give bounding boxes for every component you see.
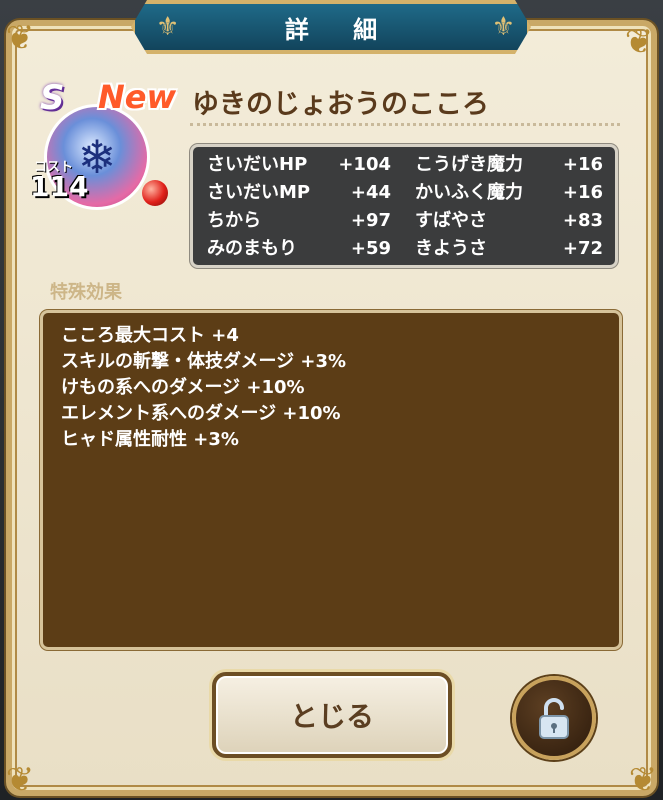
rank-badge: S	[40, 78, 65, 118]
lock-toggle-button[interactable]	[512, 676, 596, 760]
stat-label: こうげき魔力	[415, 154, 523, 175]
divider	[190, 123, 620, 126]
corner-ornament-icon: ❦	[628, 760, 658, 800]
corner-ornament-icon: ❦	[5, 760, 35, 800]
unlocked-padlock-icon	[539, 698, 569, 739]
effects-panel[interactable]: こころ最大コスト +4 スキルの斬撃・体技ダメージ +3% けもの系へのダメージ…	[40, 310, 622, 650]
stat-label: かいふく魔力	[415, 182, 523, 203]
dialog-title-plate: 詳 細	[131, 0, 531, 54]
stat-label: さいだいMP	[207, 182, 311, 203]
stat-value: +104	[338, 154, 391, 175]
stat-label: きようさ	[415, 238, 487, 259]
effect-line: ヒャド属性耐性 +3%	[61, 429, 239, 450]
stat-value: +44	[350, 182, 391, 203]
stat-value: +97	[350, 210, 391, 231]
stat-value: +16	[562, 182, 603, 203]
stat-value: +59	[350, 238, 391, 259]
item-icon: ❄ S New コスト 114	[30, 78, 176, 210]
fleur-de-lis-icon: ⚜	[491, 12, 515, 42]
effect-line: エレメント系へのダメージ +10%	[61, 403, 341, 424]
stat-value: +72	[562, 238, 603, 259]
stat-label: すばやさ	[415, 210, 487, 231]
cost-value: 114	[30, 170, 89, 203]
corner-ornament-icon: ❦	[5, 18, 35, 58]
corner-ornament-icon: ❦	[624, 22, 654, 62]
stat-label: さいだいHP	[207, 154, 308, 175]
stats-panel: さいだいHP +104 こうげき魔力 +16 さいだいMP +44 かいふく魔力…	[190, 144, 618, 268]
effect-line: こころ最大コスト +4	[61, 325, 239, 346]
close-button[interactable]: とじる	[212, 672, 452, 758]
close-button-label: とじる	[289, 700, 374, 733]
stat-label: ちから	[207, 210, 261, 231]
dialog-title: 詳 細	[284, 15, 396, 44]
item-name: ゆきのじょおうのこころ	[192, 89, 489, 120]
fleur-de-lis-icon: ⚜	[156, 12, 180, 42]
effects-heading: 特殊効果	[50, 282, 122, 303]
effect-line: スキルの斬撃・体技ダメージ +3%	[61, 351, 347, 372]
stat-label: みのまもり	[207, 238, 297, 259]
stat-value: +83	[562, 210, 603, 231]
effect-line: けもの系へのダメージ +10%	[61, 377, 305, 398]
stat-value: +16	[562, 154, 603, 175]
red-orb-icon	[142, 180, 168, 206]
new-badge: New	[98, 78, 177, 116]
